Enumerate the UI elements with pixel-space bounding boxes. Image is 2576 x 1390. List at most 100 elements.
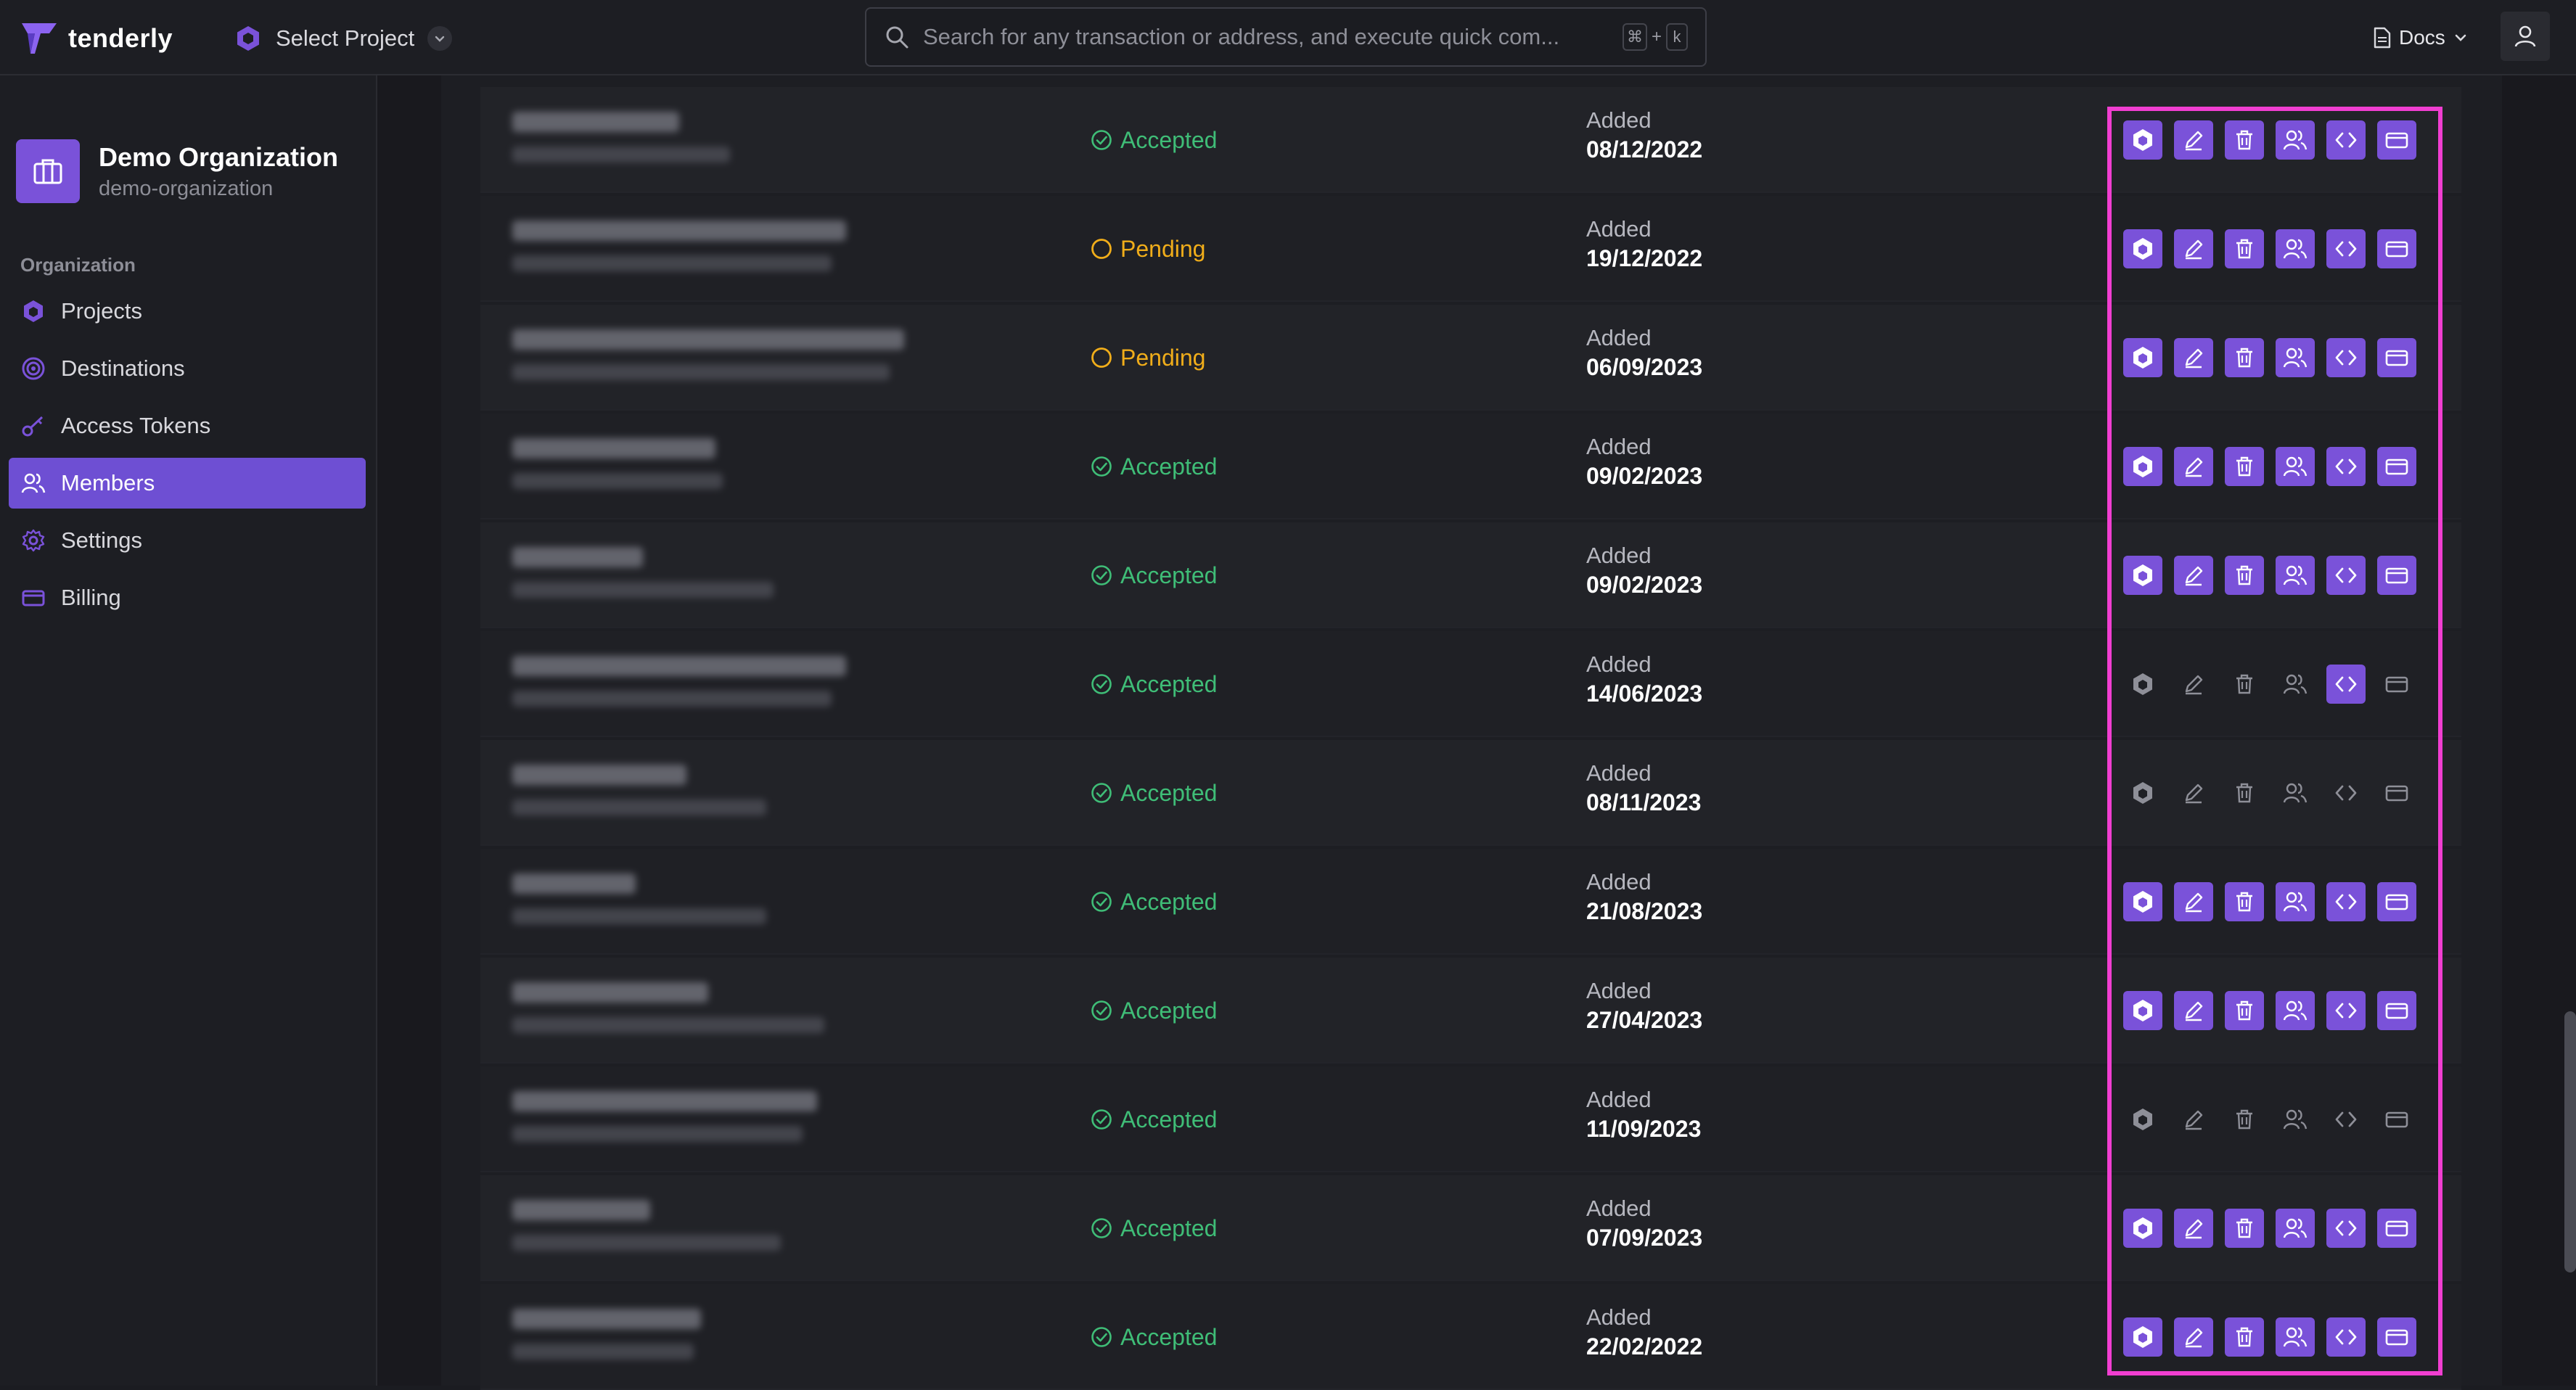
permission-toggle-hexagon[interactable] [2123,1209,2162,1248]
permission-toggle-trash[interactable] [2225,556,2264,595]
added-date: 27/04/2023 [1586,1007,1703,1033]
permission-toggle-code[interactable] [2326,665,2366,704]
search-input[interactable] [922,23,1623,51]
project-select[interactable]: Select Project [234,19,453,58]
permission-toggle-hexagon[interactable] [2123,120,2162,160]
sidebar-item-access-tokens[interactable]: Access Tokens [9,400,366,451]
permission-toggle-trash[interactable] [2225,1100,2264,1139]
permission-toggle-pencil[interactable] [2174,338,2213,377]
permission-toggle-hexagon[interactable] [2123,991,2162,1030]
permission-toggle-pencil[interactable] [2174,447,2213,486]
tenderly-logo[interactable]: tenderly [20,19,173,58]
permission-toggle-card[interactable] [2377,556,2416,595]
sidebar-item-projects[interactable]: Projects [9,286,366,337]
pending-circle-icon [1090,346,1113,369]
permission-toggle-trash[interactable] [2225,229,2264,268]
permission-toggle-code[interactable] [2326,991,2366,1030]
permission-toggle-pencil[interactable] [2174,773,2213,813]
permission-toggle-hexagon[interactable] [2123,882,2162,921]
permission-toggle-hexagon[interactable] [2123,338,2162,377]
permission-toggle-pencil[interactable] [2174,1100,2213,1139]
sidebar-item-billing[interactable]: Billing [9,572,366,623]
permission-toggle-hexagon[interactable] [2123,773,2162,813]
permission-toggle-pencil[interactable] [2174,1209,2213,1248]
permission-toggle-code[interactable] [2326,1209,2366,1248]
permission-toggle-code[interactable] [2326,120,2366,160]
permission-toggle-card[interactable] [2377,120,2416,160]
permission-toggle-card[interactable] [2377,229,2416,268]
permission-toggle-code[interactable] [2326,882,2366,921]
permission-toggle-trash[interactable] [2225,991,2264,1030]
permission-toggle-users[interactable] [2276,120,2315,160]
permission-toggle-code[interactable] [2326,1317,2366,1357]
table-row: Accepted Added 11/09/2023 [480,1066,2461,1172]
docs-menu[interactable]: Docs [2373,20,2469,55]
permission-toggle-trash[interactable] [2225,665,2264,704]
added-date: 14/06/2023 [1586,680,1703,707]
permission-toggle-pencil[interactable] [2174,229,2213,268]
permission-toggle-code[interactable] [2326,229,2366,268]
permission-toggle-card[interactable] [2377,773,2416,813]
trash-icon [2233,890,2256,913]
organization-card[interactable]: Demo Organization demo-organization [16,139,338,203]
permission-toggle-users[interactable] [2276,991,2315,1030]
permission-toggle-card[interactable] [2377,1100,2416,1139]
permission-toggle-users[interactable] [2276,1100,2315,1139]
permission-toggle-users[interactable] [2276,773,2315,813]
permission-toggle-hexagon[interactable] [2123,665,2162,704]
permission-toggle-card[interactable] [2377,991,2416,1030]
sidebar-item-members[interactable]: Members [9,458,366,509]
permission-toggle-users[interactable] [2276,447,2315,486]
permission-toggle-trash[interactable] [2225,1209,2264,1248]
permission-toggle-pencil[interactable] [2174,1317,2213,1357]
permission-toggle-users[interactable] [2276,556,2315,595]
permission-toggle-card[interactable] [2377,338,2416,377]
scrollbar[interactable] [2564,1011,2576,1272]
permission-toggle-trash[interactable] [2225,338,2264,377]
permission-toggle-trash[interactable] [2225,447,2264,486]
permission-toggle-trash[interactable] [2225,773,2264,813]
permission-toggle-pencil[interactable] [2174,120,2213,160]
permission-toggle-users[interactable] [2276,665,2315,704]
permission-toggle-hexagon[interactable] [2123,556,2162,595]
sidebar-item-destinations[interactable]: Destinations [9,343,366,394]
permission-toggle-users[interactable] [2276,229,2315,268]
permission-toggle-card[interactable] [2377,1209,2416,1248]
permission-toggle-trash[interactable] [2225,882,2264,921]
permission-toggle-code[interactable] [2326,338,2366,377]
permission-toggle-hexagon[interactable] [2123,447,2162,486]
permission-toggle-card[interactable] [2377,882,2416,921]
table-row: Accepted Added 08/12/2022 [480,87,2461,193]
sidebar-item-settings[interactable]: Settings [9,515,366,566]
permission-toggle-code[interactable] [2326,447,2366,486]
permission-toggle-code[interactable] [2326,1100,2366,1139]
card-icon [2384,998,2409,1023]
permission-toggle-pencil[interactable] [2174,556,2213,595]
permission-toggle-hexagon[interactable] [2123,1317,2162,1357]
permission-toggle-pencil[interactable] [2174,991,2213,1030]
permission-toggle-card[interactable] [2377,1317,2416,1357]
user-menu-button[interactable] [2501,12,2550,61]
search-bar[interactable]: ⌘ + k [865,7,1707,67]
member-name-redacted [512,1091,817,1111]
permission-toggle-users[interactable] [2276,1317,2315,1357]
permission-toggle-code[interactable] [2326,556,2366,595]
permission-toggle-users[interactable] [2276,882,2315,921]
permission-toggle-card[interactable] [2377,665,2416,704]
status-text: Accepted [1120,1214,1218,1241]
permission-toggle-card[interactable] [2377,447,2416,486]
permission-toggle-trash[interactable] [2225,120,2264,160]
permission-toggle-hexagon[interactable] [2123,1100,2162,1139]
permission-toggle-trash[interactable] [2225,1317,2264,1357]
permission-toggle-users[interactable] [2276,338,2315,377]
permission-toggle-code[interactable] [2326,773,2366,813]
top-bar: tenderly Select Project ⌘ + k Docs [0,0,2576,75]
shortcut-key-k: k [1666,23,1688,51]
permission-toggle-hexagon[interactable] [2123,229,2162,268]
permission-toggle-pencil[interactable] [2174,665,2213,704]
code-icon [2334,781,2358,805]
permission-toggle-pencil[interactable] [2174,882,2213,921]
keyboard-shortcut: ⌘ + k [1622,23,1688,51]
users-icon [2283,1325,2308,1349]
permission-toggle-users[interactable] [2276,1209,2315,1248]
